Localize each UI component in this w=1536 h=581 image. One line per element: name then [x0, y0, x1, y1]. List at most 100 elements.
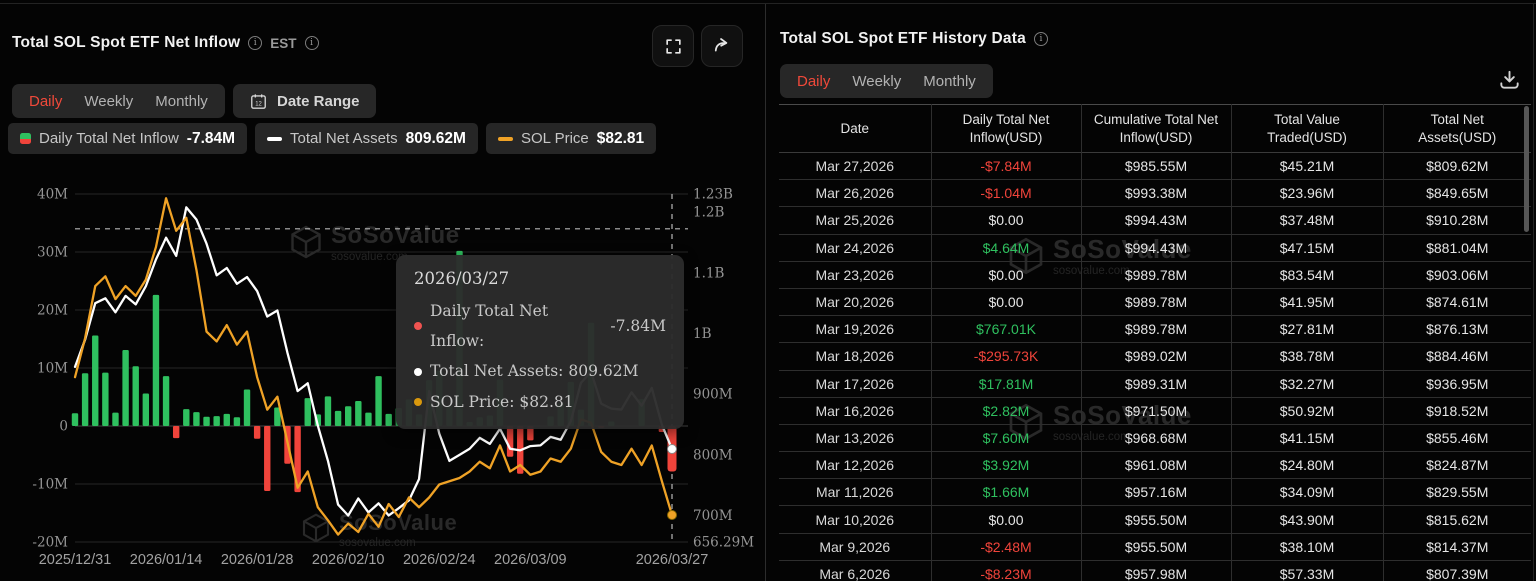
x-axis-tick: 2026/02/10	[312, 552, 385, 568]
table-row: Mar 23,2026$0.00$989.78M$83.54M$903.06M	[779, 261, 1531, 288]
legend-value: -7.84M	[187, 130, 235, 148]
inflow-bar	[335, 411, 341, 426]
info-icon[interactable]: i	[1034, 32, 1048, 46]
inflow-cell: $4.64M	[931, 234, 1081, 261]
assets-cell: $849.65M	[1383, 180, 1531, 207]
tooltip-row: SOL Price: $82.81	[414, 387, 666, 417]
inflow-bar	[203, 417, 209, 426]
assets-cell: $824.87M	[1383, 452, 1531, 479]
table-header-row: DateDaily Total Net Inflow(USD)Cumulativ…	[779, 105, 1531, 153]
history-table-container: DateDaily Total Net Inflow(USD)Cumulativ…	[779, 104, 1531, 581]
tab-weekly[interactable]: Weekly	[73, 93, 144, 110]
cumulative-cell: $961.08M	[1081, 452, 1231, 479]
download-button[interactable]	[1497, 68, 1522, 97]
assets-cell: $815.62M	[1383, 506, 1531, 533]
traded-cell: $50.92M	[1231, 397, 1383, 424]
date-range-button[interactable]: 12 Date Range	[233, 84, 376, 118]
tab-daily[interactable]: Daily	[786, 73, 841, 90]
traded-cell: $32.27M	[1231, 370, 1383, 397]
x-axis-tick: 2026/01/14	[130, 552, 203, 568]
date-cell: Mar 12,2026	[779, 452, 931, 479]
cumulative-cell: $993.38M	[1081, 180, 1231, 207]
right-axis-tick: 700M	[693, 508, 733, 524]
inflow-cell: $2.82M	[931, 397, 1081, 424]
assets-cell: $881.04M	[1383, 234, 1531, 261]
inflow-bar	[375, 376, 381, 426]
assets-cell: $807.39M	[1383, 560, 1531, 581]
chart-legend: Daily Total Net Inflow -7.84M Total Net …	[8, 123, 656, 154]
download-icon	[1497, 68, 1522, 92]
date-cell: Mar 23,2026	[779, 261, 931, 288]
legend-value: $82.81	[597, 130, 644, 148]
inflow-bar	[112, 413, 118, 426]
tab-monthly[interactable]: Monthly	[912, 73, 987, 90]
traded-cell: $41.95M	[1231, 288, 1383, 315]
date-cell: Mar 11,2026	[779, 479, 931, 506]
history-table: DateDaily Total Net Inflow(USD)Cumulativ…	[779, 104, 1531, 581]
assets-cell: $884.46M	[1383, 343, 1531, 370]
inflow-bar	[355, 401, 361, 426]
left-axis-tick: 10M	[37, 361, 68, 377]
share-icon	[712, 36, 732, 56]
right-axis-tick: 1.2B	[693, 205, 724, 221]
white-line-icon	[267, 137, 282, 141]
traded-cell: $41.15M	[1231, 424, 1383, 451]
left-panel-header: Total SOL Spot ETF Net Inflow i EST i	[12, 34, 319, 52]
x-axis-tick: 2026/01/28	[221, 552, 294, 568]
tab-weekly[interactable]: Weekly	[841, 73, 912, 90]
cumulative-cell: $971.50M	[1081, 397, 1231, 424]
left-axis-tick: 0	[59, 419, 68, 435]
info-icon[interactable]: i	[248, 36, 262, 50]
right-axis-tick: 1.23B	[693, 187, 733, 203]
traded-cell: $38.10M	[1231, 533, 1383, 560]
traded-cell: $27.81M	[1231, 316, 1383, 343]
inflow-cell: -$7.84M	[931, 153, 1081, 180]
x-axis-tick: 2026/02/24	[403, 552, 476, 568]
tab-daily[interactable]: Daily	[18, 93, 73, 110]
calendar-icon: 12	[249, 92, 268, 111]
date-range-label: Date Range	[277, 93, 360, 110]
inflow-bar	[365, 413, 371, 426]
sosovalue-dashboard: Total SOL Spot ETF Net Inflow i EST i Da…	[0, 0, 1536, 581]
red-dot-icon	[414, 322, 422, 330]
inflow-bar	[92, 336, 98, 426]
share-button[interactable]	[701, 25, 743, 67]
inflow-bar	[224, 414, 230, 426]
table-row: Mar 13,2026$7.60M$968.68M$41.15M$855.46M	[779, 424, 1531, 451]
traded-cell: $38.78M	[1231, 343, 1383, 370]
fullscreen-button[interactable]	[652, 25, 694, 67]
table-row: Mar 24,2026$4.64M$994.43M$47.15M$881.04M	[779, 234, 1531, 261]
date-cell: Mar 19,2026	[779, 316, 931, 343]
inflow-bar	[183, 409, 189, 426]
legend-value: 809.62M	[406, 130, 466, 148]
inflow-bar	[163, 376, 169, 426]
cumulative-cell: $989.31M	[1081, 370, 1231, 397]
price-end-marker	[668, 511, 677, 520]
right-axis-tick: 800M	[693, 447, 733, 463]
tab-monthly[interactable]: Monthly	[144, 93, 219, 110]
assets-cell: $829.55M	[1383, 479, 1531, 506]
timezone-info-icon[interactable]: i	[305, 36, 319, 50]
bar-series-icon	[20, 133, 31, 144]
right-panel-header: Total SOL Spot ETF History Data i	[780, 30, 1048, 48]
inflow-bar	[385, 414, 391, 426]
right-axis-tick: 900M	[693, 387, 733, 403]
legend-item-inflow[interactable]: Daily Total Net Inflow -7.84M	[8, 123, 247, 154]
traded-cell: $34.09M	[1231, 479, 1383, 506]
table-title: Total SOL Spot ETF History Data	[780, 30, 1026, 48]
assets-cell: $876.13M	[1383, 316, 1531, 343]
cumulative-cell: $989.02M	[1081, 343, 1231, 370]
inflow-bar	[305, 398, 311, 426]
date-cell: Mar 24,2026	[779, 234, 931, 261]
inflow-bar	[345, 406, 351, 426]
column-header: Total Net Assets(USD)	[1383, 105, 1531, 153]
legend-item-assets[interactable]: Total Net Assets 809.62M	[255, 123, 478, 154]
x-axis-tick: 2026/03/27	[636, 552, 709, 568]
tooltip-date: 2026/03/27	[414, 269, 666, 288]
cumulative-cell: $957.16M	[1081, 479, 1231, 506]
table-scrollbar[interactable]	[1524, 106, 1529, 232]
x-axis-tick: 2025/12/31	[39, 552, 112, 568]
tooltip-row: Total Net Assets: 809.62M	[414, 356, 666, 386]
left-axis-tick: -10M	[32, 477, 68, 493]
legend-item-price[interactable]: SOL Price $82.81	[486, 123, 656, 154]
